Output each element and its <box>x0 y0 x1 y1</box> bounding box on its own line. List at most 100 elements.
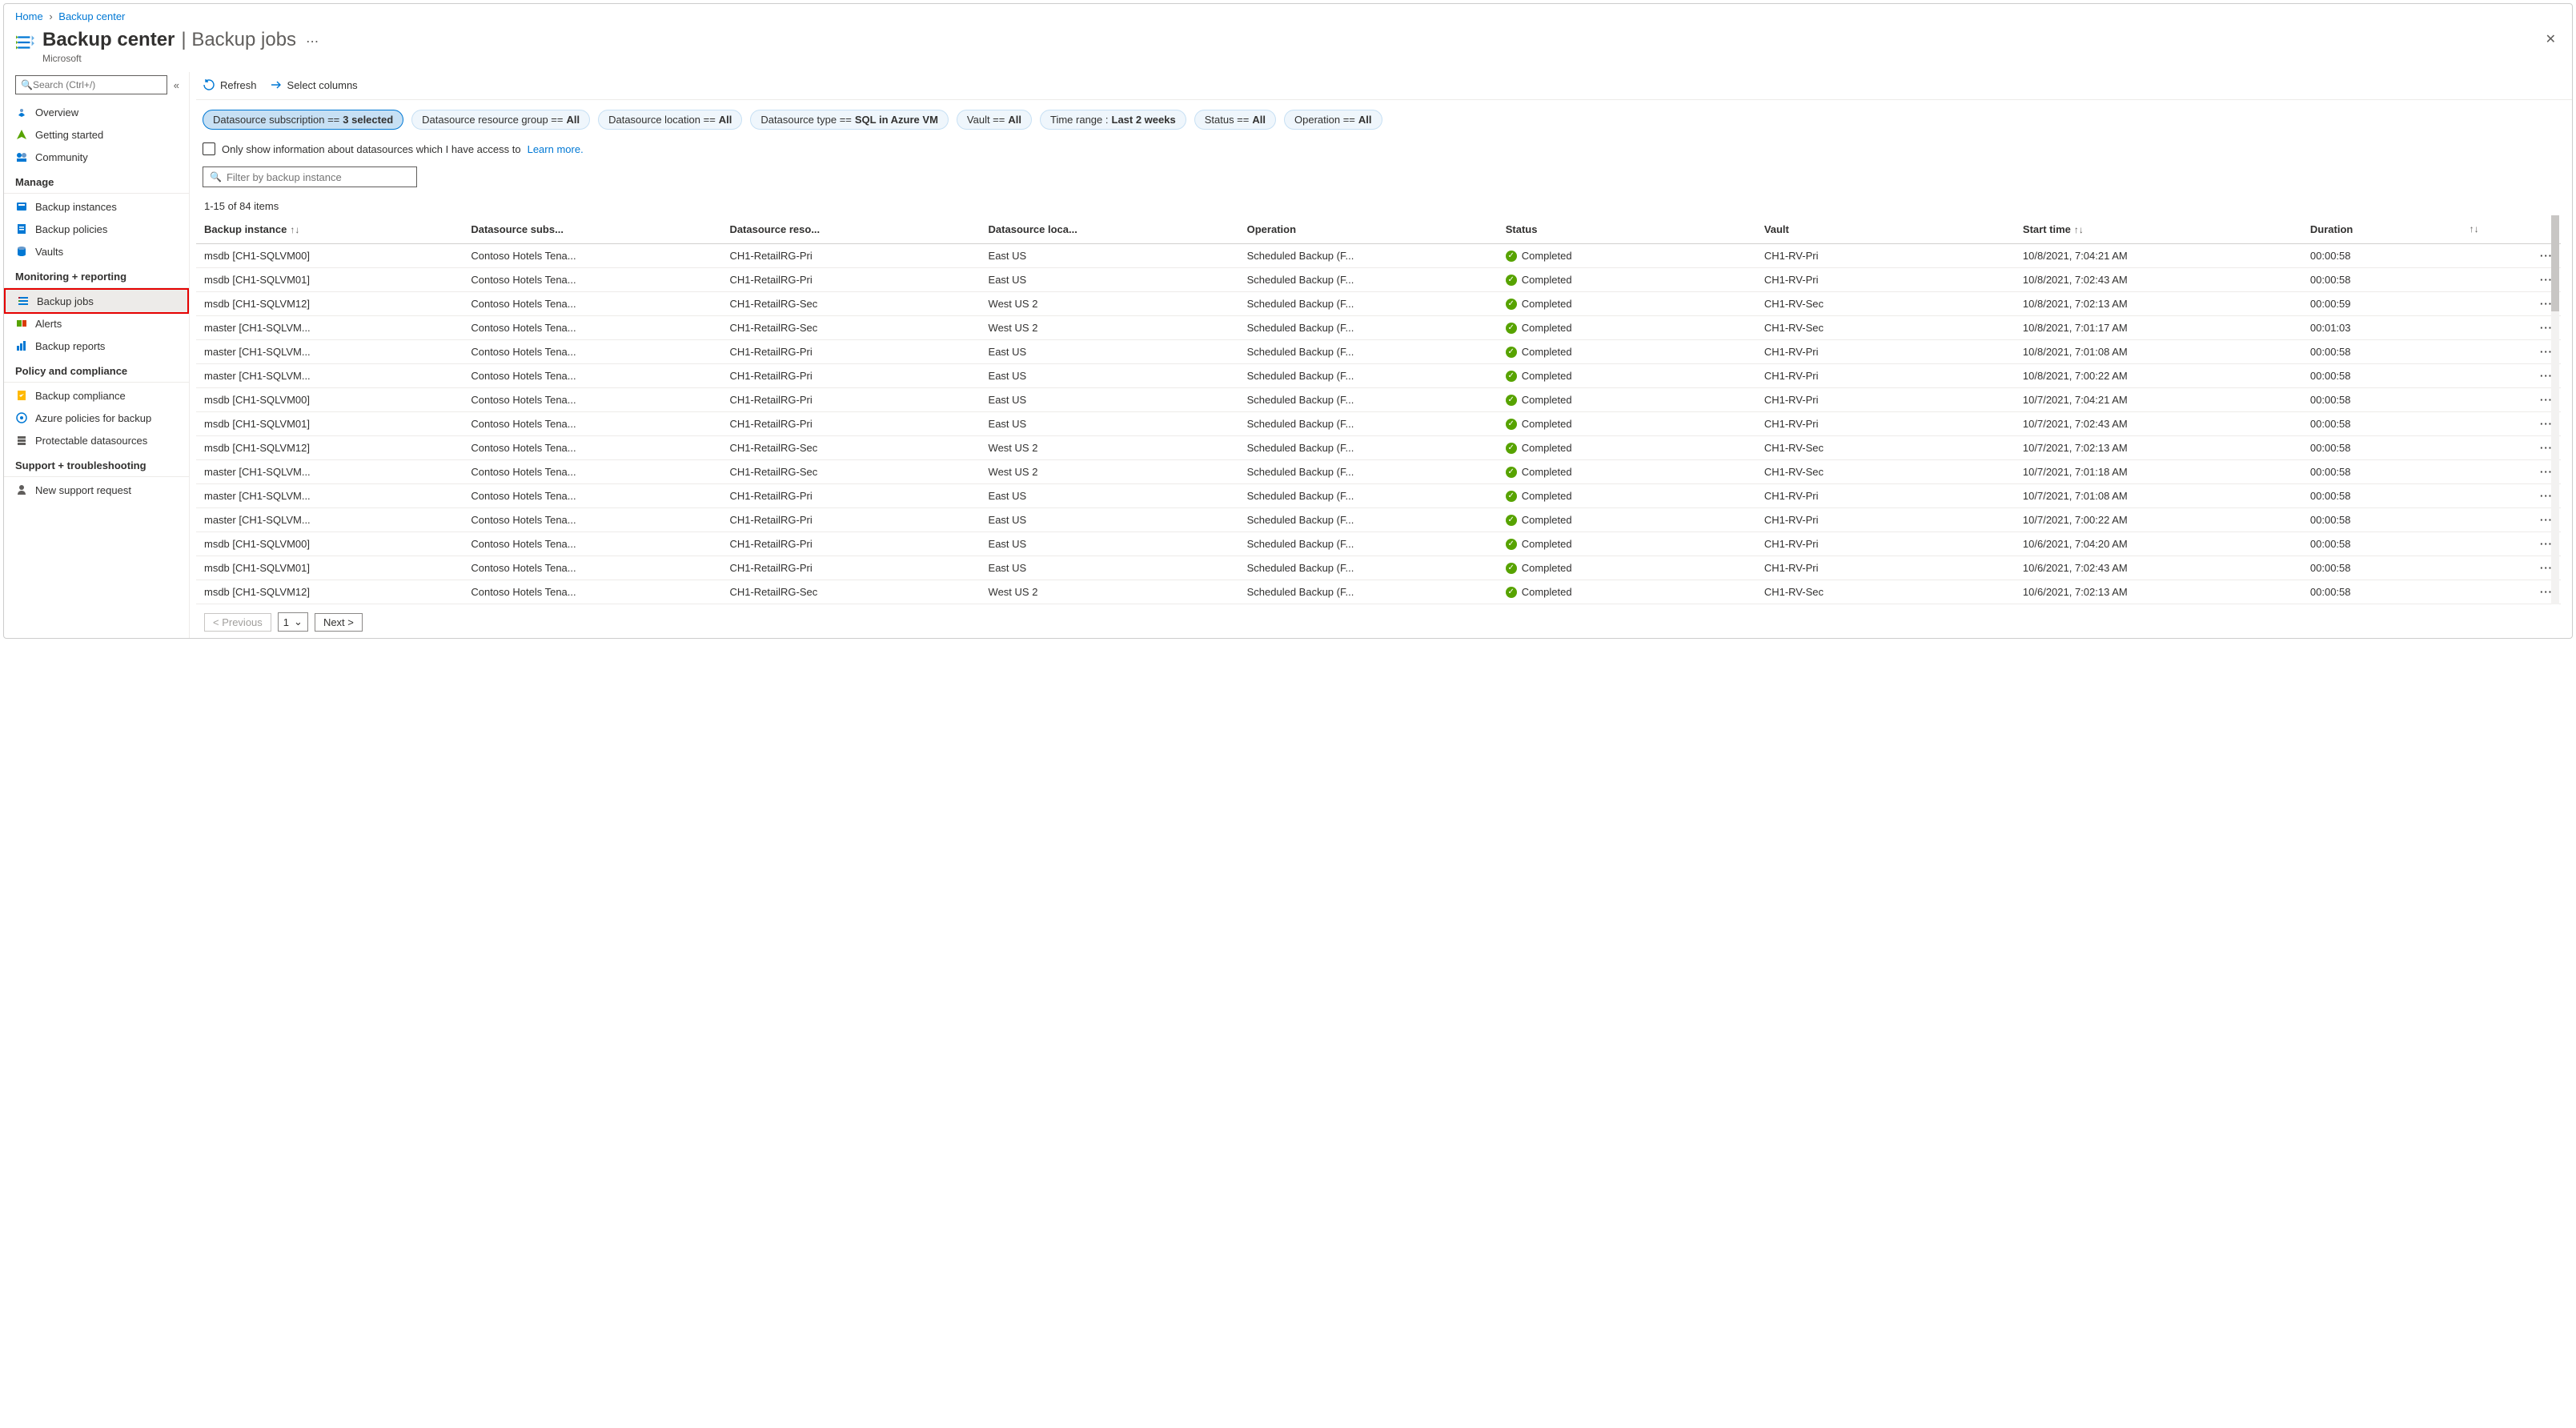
row-more-button[interactable]: ··· <box>2487 292 2561 316</box>
cell-loc: East US <box>981 244 1239 268</box>
filter-pill-3[interactable]: Datasource type == SQL in Azure VM <box>750 110 948 130</box>
success-icon: ✓ <box>1506 419 1517 430</box>
row-more-button[interactable]: ··· <box>2487 436 2561 460</box>
cell-op: Scheduled Backup (F... <box>1239 436 1498 460</box>
table-row[interactable]: master [CH1-SQLVM...Contoso Hotels Tena.… <box>196 508 2561 532</box>
table-row[interactable]: msdb [CH1-SQLVM12]Contoso Hotels Tena...… <box>196 580 2561 604</box>
table-row[interactable]: msdb [CH1-SQLVM00]Contoso Hotels Tena...… <box>196 388 2561 412</box>
cell-duration: 00:00:58 <box>2302 340 2487 364</box>
table-row[interactable]: msdb [CH1-SQLVM00]Contoso Hotels Tena...… <box>196 532 2561 556</box>
cell-start: 10/8/2021, 7:04:21 AM <box>2015 244 2302 268</box>
nav-group-title: Policy and compliance <box>4 357 189 383</box>
col-rg[interactable]: Datasource reso... <box>721 215 980 244</box>
filter-pill-0[interactable]: Datasource subscription == 3 selected <box>203 110 403 130</box>
cell-rg: CH1-RetailRG-Pri <box>721 508 980 532</box>
col-duration[interactable]: Duration↑↓ <box>2302 215 2487 244</box>
learn-more-link[interactable]: Learn more. <box>528 143 584 155</box>
table-row[interactable]: msdb [CH1-SQLVM01]Contoso Hotels Tena...… <box>196 268 2561 292</box>
filter-pill-5[interactable]: Time range : Last 2 weeks <box>1040 110 1186 130</box>
table-row[interactable]: master [CH1-SQLVM...Contoso Hotels Tena.… <box>196 340 2561 364</box>
row-more-button[interactable]: ··· <box>2487 388 2561 412</box>
row-more-button[interactable]: ··· <box>2487 316 2561 340</box>
breadcrumb-home[interactable]: Home <box>15 10 43 22</box>
sidebar-search[interactable]: 🔍 <box>15 75 167 94</box>
cell-start: 10/8/2021, 7:02:43 AM <box>2015 268 2302 292</box>
row-more-button[interactable]: ··· <box>2487 484 2561 508</box>
col-op[interactable]: Operation <box>1239 215 1498 244</box>
more-icon[interactable]: ⋯ <box>303 34 322 50</box>
filter-pill-7[interactable]: Operation == All <box>1284 110 1382 130</box>
scrollbar[interactable] <box>2551 215 2559 604</box>
access-checkbox[interactable] <box>203 142 215 155</box>
row-more-button[interactable]: ··· <box>2487 412 2561 436</box>
table-row[interactable]: msdb [CH1-SQLVM12]Contoso Hotels Tena...… <box>196 436 2561 460</box>
sidebar-item-new-support-request[interactable]: New support request <box>4 479 189 501</box>
table-row[interactable]: msdb [CH1-SQLVM01]Contoso Hotels Tena...… <box>196 412 2561 436</box>
cell-op: Scheduled Backup (F... <box>1239 460 1498 484</box>
sidebar-item-backup-policies[interactable]: Backup policies <box>4 218 189 240</box>
row-more-button[interactable]: ··· <box>2487 268 2561 292</box>
select-columns-button[interactable]: Select columns <box>270 78 358 91</box>
breadcrumb-current[interactable]: Backup center <box>58 10 125 22</box>
sidebar-item-community[interactable]: Community <box>4 146 189 168</box>
col-vault[interactable]: Vault <box>1756 215 2015 244</box>
collapse-sidebar-icon[interactable]: « <box>172 78 181 93</box>
table-row[interactable]: msdb [CH1-SQLVM00]Contoso Hotels Tena...… <box>196 244 2561 268</box>
cell-rg: CH1-RetailRG-Pri <box>721 244 980 268</box>
filter-pill-4[interactable]: Vault == All <box>957 110 1032 130</box>
refresh-button[interactable]: Refresh <box>203 78 257 91</box>
col-subs[interactable]: Datasource subs... <box>463 215 721 244</box>
row-more-button[interactable]: ··· <box>2487 340 2561 364</box>
cell-op: Scheduled Backup (F... <box>1239 268 1498 292</box>
filter-pill-2[interactable]: Datasource location == All <box>598 110 742 130</box>
cell-subs: Contoso Hotels Tena... <box>463 508 721 532</box>
backup-reports-icon <box>15 339 28 352</box>
cell-loc: East US <box>981 364 1239 388</box>
table-row[interactable]: master [CH1-SQLVM...Contoso Hotels Tena.… <box>196 484 2561 508</box>
sidebar-item-vaults[interactable]: Vaults <box>4 240 189 263</box>
table-row[interactable]: msdb [CH1-SQLVM12]Contoso Hotels Tena...… <box>196 292 2561 316</box>
row-more-button[interactable]: ··· <box>2487 244 2561 268</box>
filter-pill-value: All <box>1358 114 1372 126</box>
row-more-button[interactable]: ··· <box>2487 580 2561 604</box>
sidebar-item-alerts[interactable]: Alerts <box>4 312 189 335</box>
sidebar-item-backup-compliance[interactable]: Backup compliance <box>4 384 189 407</box>
getting-started-icon <box>15 128 28 141</box>
sidebar-item-label: New support request <box>35 484 131 496</box>
cell-instance: master [CH1-SQLVM... <box>196 460 463 484</box>
search-input[interactable] <box>33 79 162 90</box>
col-loc[interactable]: Datasource loca... <box>981 215 1239 244</box>
table-row[interactable]: master [CH1-SQLVM...Contoso Hotels Tena.… <box>196 316 2561 340</box>
close-icon[interactable]: ✕ <box>2541 29 2561 51</box>
sidebar-item-protectable-datasources[interactable]: Protectable datasources <box>4 429 189 451</box>
cell-status: ✓Completed <box>1498 508 1756 532</box>
table-row[interactable]: master [CH1-SQLVM...Contoso Hotels Tena.… <box>196 364 2561 388</box>
sidebar-item-getting-started[interactable]: Getting started <box>4 123 189 146</box>
cell-status: ✓Completed <box>1498 388 1756 412</box>
row-more-button[interactable]: ··· <box>2487 364 2561 388</box>
sidebar-item-backup-instances[interactable]: Backup instances <box>4 195 189 218</box>
prev-button[interactable]: < Previous <box>204 613 271 632</box>
sidebar-item-backup-reports[interactable]: Backup reports <box>4 335 189 357</box>
sidebar-item-azure-policies-for-backup[interactable]: Azure policies for backup <box>4 407 189 429</box>
col-instance[interactable]: Backup instance↑↓ <box>196 215 463 244</box>
sidebar-item-overview[interactable]: Overview <box>4 101 189 123</box>
filter-pill-label: Vault == <box>967 114 1005 126</box>
row-more-button[interactable]: ··· <box>2487 532 2561 556</box>
table-row[interactable]: msdb [CH1-SQLVM01]Contoso Hotels Tena...… <box>196 556 2561 580</box>
next-button[interactable]: Next > <box>315 613 363 632</box>
sidebar-item-backup-jobs[interactable]: Backup jobs <box>4 288 189 314</box>
col-start[interactable]: Start time↑↓ <box>2015 215 2302 244</box>
row-more-button[interactable]: ··· <box>2487 508 2561 532</box>
filter-instance-box[interactable]: 🔍 <box>203 166 417 187</box>
cell-rg: CH1-RetailRG-Pri <box>721 532 980 556</box>
filter-pill-1[interactable]: Datasource resource group == All <box>411 110 590 130</box>
table-row[interactable]: master [CH1-SQLVM...Contoso Hotels Tena.… <box>196 460 2561 484</box>
filter-instance-input[interactable] <box>227 171 410 183</box>
row-more-button[interactable]: ··· <box>2487 460 2561 484</box>
filter-pill-6[interactable]: Status == All <box>1194 110 1276 130</box>
cell-subs: Contoso Hotels Tena... <box>463 436 721 460</box>
page-select[interactable]: 1 ⌄ <box>278 612 308 632</box>
col-status[interactable]: Status <box>1498 215 1756 244</box>
row-more-button[interactable]: ··· <box>2487 556 2561 580</box>
